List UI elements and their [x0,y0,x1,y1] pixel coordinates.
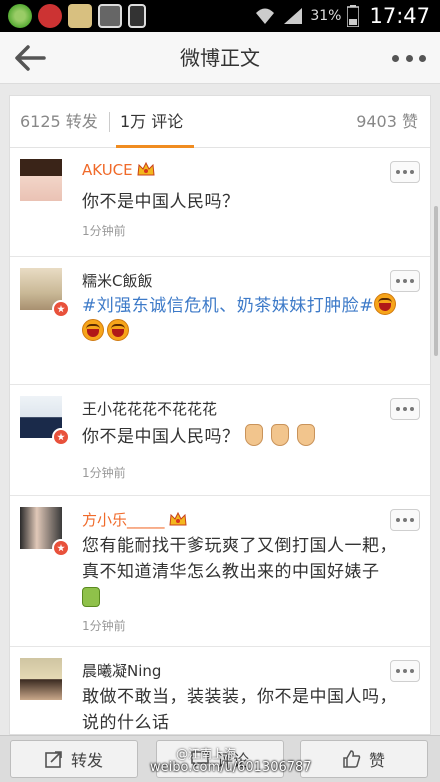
verified-badge-icon [52,539,70,557]
comment-text: #刘强东诚信危机、奶茶妹妹打肿脸# [82,293,412,345]
thumbs-up-icon [343,750,361,768]
app-icon [68,4,92,28]
battery-icon [347,5,360,27]
comment-text-content: 你不是中国人民吗？ [82,427,240,447]
dot-icon [405,54,413,62]
laugh-emoji-icon [107,319,129,341]
scrollbar[interactable] [434,206,438,356]
username-text: 方小乐_____ [82,511,165,529]
comment-text: 你不是中国人民吗？ [82,192,240,212]
avatar[interactable] [20,658,62,700]
verified-badge-icon [52,300,70,318]
repost-button[interactable]: 转发 [10,740,138,778]
comment-time: 1分钟前 [82,619,126,633]
comment-time: 1分钟前 [82,466,126,480]
comments-card: 6125 转发 1万 评论 9403 赞 AKUCE 你不是中国人民吗？ 1分钟… [9,95,431,735]
comment-item: AKUCE 你不是中国人民吗？ 1分钟前 [10,149,430,257]
stats-tabs: 6125 转发 1万 评论 9403 赞 [10,96,430,148]
notification-icons [8,4,146,28]
tab-divider [109,112,110,132]
comment-time: 1分钟前 [82,224,126,238]
more-options-button[interactable] [392,46,426,70]
app-icon [8,4,32,28]
comment-item: 方小乐_____ 您有能耐找干爹玩爽了又倒打国人一耙，真不知道清华怎么教出来的中… [10,497,430,647]
signal-icon [284,8,303,24]
yeah-hand-emoji-icon [245,424,264,446]
vip-crown-icon [168,511,187,526]
yeah-hand-emoji-icon [271,424,290,446]
comment-username[interactable]: 晨曦凝Ning [82,660,161,681]
verified-badge-icon [52,428,70,446]
thumbs-down-emoji-icon [82,587,100,607]
wifi-icon [256,8,275,24]
comment-item: 糯米C飯飯 #刘强东诚信危机、奶茶妹妹打肿脸# [10,258,430,385]
comment-menu-button[interactable] [390,660,420,682]
battery-percent: 31% [310,8,342,24]
comment-text: 您有能耐找干爹玩爽了又倒打国人一耙，真不知道清华怎么教出来的中国好婊子 [82,533,412,611]
yeah-hand-emoji-icon [297,424,316,446]
repost-icon [45,751,62,768]
laugh-emoji-icon [374,293,396,315]
comment-text: 你不是中国人民吗？ [82,424,412,450]
clock: 17:47 [369,4,430,28]
avatar[interactable] [20,159,62,201]
page-title: 微博正文 [180,46,260,70]
repost-label: 转发 [70,751,103,770]
comment-username[interactable]: 王小花花花不花花花 [82,398,217,419]
comment-menu-button[interactable] [390,398,420,420]
watermark-url: weibo.com/u/601306787 [150,760,312,775]
image-icon [98,4,122,28]
tab-repost[interactable]: 6125 转发 [20,96,98,148]
app-header: 微博正文 [0,32,440,84]
comment-menu-button[interactable] [390,509,420,531]
dot-icon [392,54,399,62]
username-text: AKUCE [82,161,133,179]
comment-text-content: 您有能耐找干爹玩爽了又倒打国人一耙，真不知道清华怎么教出来的中国好婊子 [82,536,397,582]
comment-item: 晨曦凝Ning 敢做不敢当，装装装，你不是中国人吗，说的什么话 [10,648,430,734]
laugh-emoji-icon [82,319,104,341]
dot-icon [419,54,426,62]
comment-username[interactable]: AKUCE [82,161,155,179]
comment-username[interactable]: 方小乐_____ [82,509,187,530]
hashtag-link[interactable]: #刘强东诚信危机、奶茶妹妹打肿脸# [82,296,374,316]
comment-menu-button[interactable] [390,161,420,183]
like-button[interactable]: 赞 [300,740,428,778]
tab-comment[interactable]: 1万 评论 [120,96,183,148]
like-label: 赞 [368,751,385,770]
status-bar: 31% 17:47 [0,0,440,32]
comment-item: 王小花花花不花花花 你不是中国人民吗？ 1分钟前 [10,386,430,496]
comment-text: 敢做不敢当，装装装，你不是中国人吗，说的什么话 [82,687,397,733]
active-tab-indicator [116,145,194,148]
comment-username[interactable]: 糯米C飯飯 [82,270,152,291]
comment-menu-button[interactable] [390,270,420,292]
download-icon [128,4,146,28]
app-icon [38,4,62,28]
vip-crown-icon [137,161,155,176]
tab-like[interactable]: 9403 赞 [356,96,418,148]
